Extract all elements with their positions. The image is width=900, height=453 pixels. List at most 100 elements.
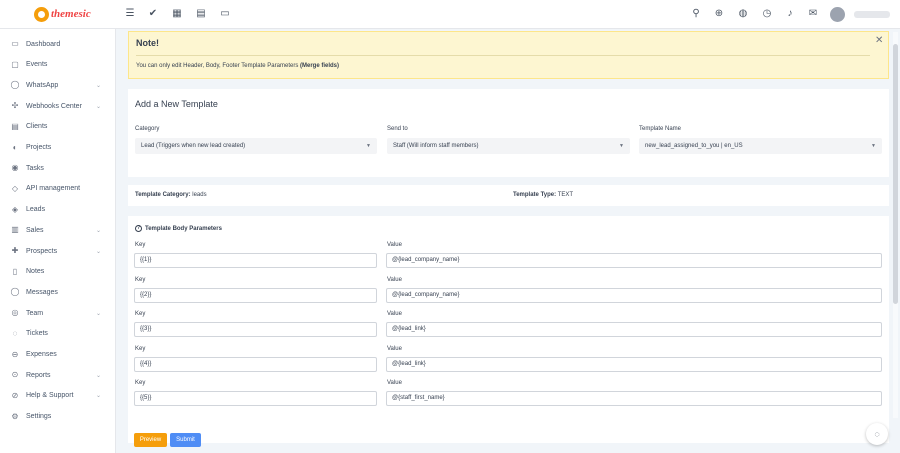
template-category-value: leads: [192, 192, 207, 198]
sidebar-item[interactable]: ✚ Prospects ⌄: [0, 242, 116, 260]
bell-icon[interactable]: ♪: [784, 8, 796, 20]
leads-icon: ◈: [11, 204, 19, 214]
plus-circle-icon[interactable]: ⊕: [713, 8, 725, 20]
form-title: Add a New Template: [135, 99, 218, 109]
projects-icon: ◐: [12, 142, 18, 152]
sidebar-item-label: Team: [26, 309, 44, 317]
mail-icon[interactable]: ✉: [807, 8, 819, 20]
note-text: You can only edit Header, Body, Footer T…: [136, 63, 339, 69]
webhook-icon: ✣: [11, 101, 19, 111]
user-name-placeholder[interactable]: [854, 11, 890, 18]
sidebar-item[interactable]: ◉ Tasks: [0, 159, 116, 177]
param-key-input[interactable]: {{2}}: [134, 287, 377, 303]
sidebar-item-label: Prospects: [26, 247, 58, 255]
chevron-down-icon: ⌄: [96, 227, 102, 234]
sidebar-item-label: Tickets: [26, 330, 48, 338]
sidebar-item-label: API management: [26, 185, 81, 193]
sidebar-item[interactable]: ▢ Events: [0, 56, 116, 74]
sidebar-item-label: WhatsApp: [26, 81, 59, 89]
sidebar-item-label: Projects: [26, 144, 52, 151]
menu-icon[interactable]: ☰: [124, 8, 136, 20]
sidebar-item[interactable]: ◎ Team ⌄: [0, 304, 116, 322]
send-to-label: Send to: [387, 126, 408, 132]
send-to-value: Staff (Will inform staff members): [393, 143, 479, 149]
globe-icon[interactable]: ◍: [737, 8, 749, 20]
sidebar-item[interactable]: ▤ Clients: [0, 118, 116, 136]
help-icon: ⊘: [11, 390, 19, 400]
add-template-card: Add a New Template Category Lead (Trigge…: [128, 89, 889, 177]
body-params-title-text: Template Body Parameters: [145, 225, 222, 232]
clients-icon: ▤: [11, 121, 19, 131]
sidebar-item[interactable]: ⊖ Expenses: [0, 346, 116, 364]
sidebar-item-label: Leads: [26, 206, 46, 214]
param-value-input[interactable]: @{lead_link}: [386, 322, 882, 338]
sidebar-item[interactable]: ▥ Sales ⌄: [0, 221, 116, 239]
sidebar-item[interactable]: ▭ Dashboard: [0, 35, 116, 53]
brand-logo[interactable]: themesic: [34, 5, 91, 23]
sidebar-item[interactable]: ✣ Webhooks Center ⌄: [0, 97, 116, 115]
value-label: Value: [387, 276, 402, 283]
check-circle-icon[interactable]: ✔: [147, 8, 159, 20]
sidebar-item[interactable]: ⚙ Settings: [0, 408, 116, 426]
value-label: Value: [387, 380, 402, 387]
submit-button[interactable]: Submit: [170, 433, 201, 447]
value-label: Value: [387, 345, 402, 352]
messages-icon: ◯: [10, 287, 20, 297]
chat-icon: ◯: [10, 80, 20, 90]
param-key-input[interactable]: {{1}}: [134, 253, 377, 268]
grid-icon[interactable]: ▦: [171, 8, 183, 20]
param-value-input[interactable]: @{lead_company_name}: [386, 253, 882, 268]
param-value-input[interactable]: @{lead_company_name}: [386, 287, 882, 303]
param-value-input[interactable]: @{staff_first_name}: [386, 391, 882, 407]
param-key-input[interactable]: {{3}}: [134, 322, 377, 338]
chevron-down-icon: ⌄: [96, 393, 102, 400]
category-select[interactable]: Lead (Triggers when new lead created) ▼: [135, 138, 377, 154]
sidebar-item[interactable]: ▯ Notes: [0, 263, 116, 281]
template-name-select[interactable]: new_lead_assigned_to_you | en_US ▼: [639, 138, 882, 154]
param-key-input[interactable]: {{5}}: [134, 391, 377, 407]
team-icon: ◎: [11, 308, 19, 318]
expenses-icon: ⊖: [11, 349, 19, 359]
template-category-info: Template Category: leads: [135, 192, 207, 198]
sidebar-item-label: Tasks: [26, 164, 44, 172]
chevron-down-icon: ▼: [871, 143, 876, 149]
sidebar-item-label: Help & Support: [26, 392, 74, 400]
chevron-down-icon: ⌄: [96, 248, 102, 255]
dashboard-icon: ▭: [11, 39, 19, 48]
note-text-prefix: You can only edit Header, Body, Footer T…: [136, 63, 300, 69]
param-value-input[interactable]: @{lead_link}: [386, 356, 882, 372]
value-label: Value: [387, 242, 402, 248]
sidebar-item[interactable]: ◯ WhatsApp ⌄: [0, 76, 116, 94]
template-type-info: Template Type: TEXT: [513, 192, 573, 198]
reports-icon: ⊙: [11, 370, 19, 380]
chevron-down-icon: ⌄: [96, 103, 102, 110]
sidebar-item[interactable]: ◇ API management: [0, 180, 116, 198]
value-label: Value: [387, 311, 402, 318]
clock-icon[interactable]: ◷: [761, 8, 773, 20]
send-to-select[interactable]: Staff (Will inform staff members) ▼: [387, 138, 630, 154]
key-label: Key: [135, 311, 146, 318]
sidebar-item[interactable]: ◈ Leads: [0, 201, 116, 219]
note-title: Note!: [136, 38, 159, 48]
search-icon[interactable]: ⚲: [690, 8, 702, 20]
chat-bubble-icon[interactable]: ◌: [866, 423, 888, 445]
sidebar-item-label: Notes: [26, 268, 45, 276]
note-alert: Note! You can only edit Header, Body, Fo…: [128, 31, 889, 79]
scrollbar-thumb[interactable]: [893, 44, 898, 304]
user-avatar[interactable]: [830, 7, 845, 22]
close-icon[interactable]: ✕: [875, 35, 883, 46]
sidebar-item[interactable]: ⊘ Help & Support ⌄: [0, 387, 116, 405]
sidebar-item[interactable]: ◯ Messages: [0, 283, 116, 301]
template-info-card: Template Category: leads Template Type: …: [128, 185, 889, 206]
sidebar-item[interactable]: ◐ Projects: [0, 139, 116, 157]
briefcase-icon[interactable]: ▤: [195, 8, 207, 20]
template-name-value: new_lead_assigned_to_you | en_US: [645, 143, 743, 149]
tag-icon: ◇: [11, 183, 19, 193]
monitor-icon[interactable]: ▭: [219, 8, 231, 20]
tickets-icon: ◌: [12, 328, 18, 338]
preview-button[interactable]: Preview: [134, 433, 167, 447]
sidebar-item[interactable]: ⊙ Reports ⌄: [0, 366, 116, 384]
category-label: Category: [135, 126, 160, 132]
param-key-input[interactable]: {{4}}: [134, 356, 377, 372]
sidebar-item[interactable]: ◌ Tickets: [0, 325, 116, 343]
